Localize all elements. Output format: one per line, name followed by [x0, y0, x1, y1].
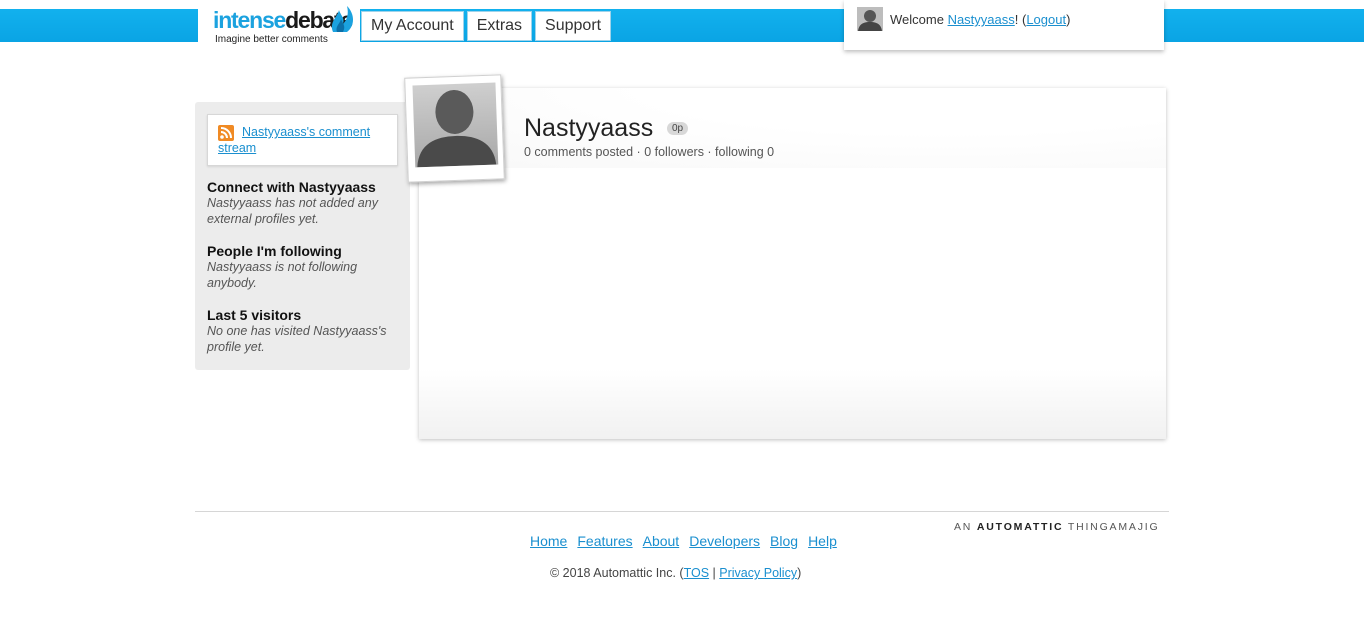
connect-section: Connect with Nastyyaass Nastyyaass has n… [207, 179, 402, 227]
section-note: Nastyyaass has not added any external pr… [207, 196, 378, 226]
footer-link-about[interactable]: About [643, 533, 680, 549]
profile-photo [404, 74, 505, 183]
visitors-section: Last 5 visitors No one has visited Nasty… [207, 307, 402, 355]
profile-name: Nastyyaass [524, 114, 654, 142]
user-silhouette-icon [858, 10, 882, 31]
copyright: © 2018 Automattic Inc. (TOS | Privacy Po… [550, 566, 802, 580]
section-heading: People I'm following [207, 243, 342, 259]
tos-link[interactable]: TOS [684, 566, 709, 580]
privacy-policy-link[interactable]: Privacy Policy [719, 566, 797, 580]
flame-icon [331, 6, 353, 32]
section-note: No one has visited Nastyyaass's profile … [207, 324, 387, 354]
points-badge: 0p [667, 122, 689, 135]
following-section: People I'm following Nastyyaass is not f… [207, 243, 402, 291]
welcome-panel: Welcome Nastyyaass! (Logout) [844, 0, 1164, 50]
footer-link-home[interactable]: Home [530, 533, 567, 549]
section-heading: Last 5 visitors [207, 307, 302, 323]
nav-support[interactable]: Support [535, 11, 612, 41]
section-heading: Connect with Nastyyaass [207, 179, 376, 195]
footer-divider [195, 511, 1169, 512]
logo-tagline: Imagine better comments [215, 34, 328, 45]
username-link[interactable]: Nastyyaass [948, 12, 1015, 27]
user-silhouette-icon [417, 89, 497, 168]
logout-link[interactable]: Logout [1026, 12, 1066, 27]
nav-my-account[interactable]: My Account [361, 11, 464, 41]
profile-stats: 0 comments posted · 0 followers · follow… [524, 145, 775, 159]
automattic-logo[interactable]: AN AUTOMATTIC THINGAMAJIG [954, 521, 1159, 533]
sidebar: Nastyyaass's comment stream Connect with… [195, 102, 410, 370]
main-nav: My Account Extras Support [361, 11, 612, 41]
footer-link-features[interactable]: Features [577, 533, 632, 549]
rss-card: Nastyyaass's comment stream [207, 114, 398, 166]
footer-link-help[interactable]: Help [808, 533, 837, 549]
avatar[interactable] [857, 7, 883, 31]
footer-links: Home Features About Developers Blog Help [530, 533, 837, 549]
nav-extras[interactable]: Extras [466, 11, 533, 41]
section-note: Nastyyaass is not following anybody. [207, 260, 358, 290]
footer-link-developers[interactable]: Developers [689, 533, 760, 549]
welcome-text: Welcome Nastyyaass! (Logout) [890, 12, 1071, 27]
footer-link-blog[interactable]: Blog [770, 533, 798, 549]
comment-stream-link[interactable]: Nastyyaass's comment stream [218, 125, 370, 155]
